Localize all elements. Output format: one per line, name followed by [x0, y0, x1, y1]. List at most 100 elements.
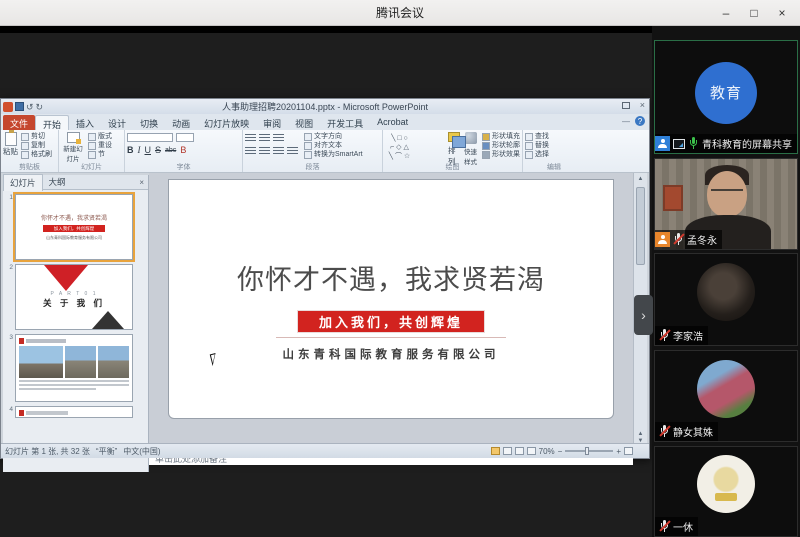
- slides-tab[interactable]: 幻灯片: [3, 174, 43, 191]
- shape-fill-button[interactable]: 形状填充: [482, 132, 520, 141]
- tab-review[interactable]: 审阅: [256, 115, 288, 130]
- align-left-icon[interactable]: [245, 147, 256, 155]
- normal-view-button[interactable]: [491, 447, 500, 455]
- minimize-button[interactable]: –: [712, 0, 740, 26]
- tab-developer[interactable]: 开发工具: [320, 115, 370, 130]
- underline-button[interactable]: U: [145, 145, 152, 155]
- slide-divider-line: [276, 337, 506, 338]
- scrollbar-thumb[interactable]: [636, 187, 645, 265]
- format-painter-button[interactable]: 格式刷: [21, 150, 52, 159]
- slide-thumbnail-2[interactable]: P A R T 0 1 关 于 我 们: [15, 264, 133, 330]
- help-icon[interactable]: ?: [635, 116, 645, 126]
- slide-title[interactable]: 你怀才不遇，我求贤若渴: [169, 258, 613, 297]
- slide-company-name[interactable]: 山东青科国际教育服务有限公司: [169, 346, 613, 362]
- language-status[interactable]: 中文(中国): [123, 446, 160, 457]
- participant-tile[interactable]: 一休: [654, 446, 798, 537]
- select-button[interactable]: 选择: [525, 150, 583, 159]
- tab-animations[interactable]: 动画: [165, 115, 197, 130]
- bullets-icon[interactable]: [245, 134, 256, 142]
- tab-transitions[interactable]: 切换: [133, 115, 165, 130]
- slides-panel-tabs: 幻灯片 大纲 ×: [3, 175, 148, 190]
- align-right-icon[interactable]: [273, 147, 284, 155]
- italic-button[interactable]: I: [138, 145, 141, 155]
- scroll-up-icon[interactable]: ▲: [634, 173, 647, 185]
- ppt-close-button[interactable]: ×: [640, 100, 645, 110]
- font-name-box[interactable]: [127, 133, 173, 142]
- fit-to-window-button[interactable]: [624, 447, 633, 455]
- participant-tile[interactable]: 静女其姝: [654, 350, 798, 442]
- convert-smartart-button[interactable]: 转换为SmartArt: [304, 150, 363, 159]
- participant-tile-sharer[interactable]: 教育 青科教育的屏幕共享: [654, 40, 798, 154]
- tab-file[interactable]: 文件: [3, 115, 35, 130]
- strikethrough-button[interactable]: S: [155, 145, 161, 155]
- align-text-button[interactable]: 对齐文本: [304, 141, 363, 150]
- shape-fill-icon: [482, 133, 490, 141]
- participant-tile-video[interactable]: 孟冬永: [654, 158, 798, 250]
- avatar: [697, 263, 755, 321]
- close-button[interactable]: ×: [768, 0, 796, 26]
- cut-button[interactable]: 剪切: [21, 132, 52, 141]
- thumb1-company: 山东青科国际教育服务有限公司: [16, 235, 132, 241]
- thumb2-title: 关 于 我 们: [16, 297, 132, 309]
- microphone-muted-icon: [659, 329, 670, 342]
- indent-icon[interactable]: [273, 134, 284, 142]
- theme-name-status: “平衡”: [96, 446, 117, 457]
- cut-icon: [21, 133, 29, 141]
- replace-button[interactable]: 替换: [525, 141, 583, 150]
- slide-banner[interactable]: 加入我们，共创辉煌: [298, 311, 484, 332]
- slide-count-status: 幻灯片 第 1 张, 共 32 张: [5, 446, 90, 457]
- font-color-button[interactable]: B: [180, 145, 186, 155]
- align-text-icon: [304, 142, 312, 150]
- tab-view[interactable]: 视图: [288, 115, 320, 130]
- paste-button[interactable]: 粘贴: [3, 132, 18, 159]
- copy-button[interactable]: 复制: [21, 141, 52, 150]
- find-button[interactable]: 查找: [525, 132, 583, 141]
- quick-styles-icon: [465, 132, 477, 144]
- slide-thumbnail-1[interactable]: 你怀才不遇，我求贤若渴 加入我们，共创辉煌 山东青科国际教育服务有限公司: [15, 194, 133, 260]
- layout-button[interactable]: 版式: [88, 132, 112, 141]
- tab-acrobat[interactable]: Acrobat: [370, 115, 415, 130]
- clear-formatting-button[interactable]: abc: [165, 147, 176, 154]
- reading-view-button[interactable]: [515, 447, 524, 455]
- tab-slideshow[interactable]: 幻灯片放映: [197, 115, 256, 130]
- slide-canvas[interactable]: 你怀才不遇，我求贤若渴 加入我们，共创辉煌 山东青科国际教育服务有限公司: [168, 179, 614, 419]
- panel-close-icon[interactable]: ×: [139, 178, 148, 187]
- select-icon: [525, 151, 533, 159]
- clipboard-group: 粘贴 剪切 复制 格式刷 剪贴板: [1, 130, 59, 172]
- numbering-icon[interactable]: [259, 134, 270, 142]
- slide-thumbnail-3[interactable]: [15, 334, 133, 402]
- shape-effects-button[interactable]: 形状效果: [482, 150, 520, 159]
- minimize-ribbon-icon[interactable]: —: [622, 117, 630, 126]
- ppt-restore-button[interactable]: [622, 102, 630, 109]
- tab-insert[interactable]: 插入: [69, 115, 101, 130]
- outline-tab[interactable]: 大纲: [43, 174, 72, 190]
- participants-sidebar: 教育 青科教育的屏幕共享 孟冬永: [652, 26, 800, 537]
- new-slide-button[interactable]: 新建幻灯片: [61, 132, 85, 163]
- ppt-window-controls: ×: [622, 100, 645, 110]
- shape-outline-button[interactable]: 形状轮廓: [482, 141, 520, 150]
- slide-thumbnail-4[interactable]: [15, 406, 133, 418]
- font-size-box[interactable]: [176, 133, 194, 142]
- shape-outline-icon: [482, 142, 490, 150]
- tab-design[interactable]: 设计: [101, 115, 133, 130]
- campus-photo: [19, 346, 63, 378]
- slide-sorter-view-button[interactable]: [503, 447, 512, 455]
- maximize-button[interactable]: □: [740, 0, 768, 26]
- participant-tile[interactable]: 李家浩: [654, 253, 798, 346]
- sidebar-collapse-toggle[interactable]: ›: [634, 295, 653, 335]
- align-center-icon[interactable]: [259, 147, 270, 155]
- slideshow-view-button[interactable]: [527, 447, 536, 455]
- slide-number: 4: [5, 406, 13, 418]
- tab-home[interactable]: 开始: [35, 115, 69, 130]
- zoom-out-icon[interactable]: −: [558, 447, 563, 456]
- section-button[interactable]: 节: [88, 150, 112, 159]
- justify-icon[interactable]: [287, 147, 298, 155]
- previous-slide-icon[interactable]: ▲: [638, 431, 644, 437]
- reset-button[interactable]: 重设: [88, 141, 112, 150]
- text-direction-button[interactable]: 文字方向: [304, 132, 363, 141]
- zoom-slider[interactable]: [565, 450, 613, 452]
- zoom-slider-thumb[interactable]: [585, 447, 589, 455]
- thumb1-banner: 加入我们，共创辉煌: [43, 225, 105, 232]
- bold-button[interactable]: B: [127, 145, 134, 155]
- zoom-in-icon[interactable]: +: [616, 447, 621, 456]
